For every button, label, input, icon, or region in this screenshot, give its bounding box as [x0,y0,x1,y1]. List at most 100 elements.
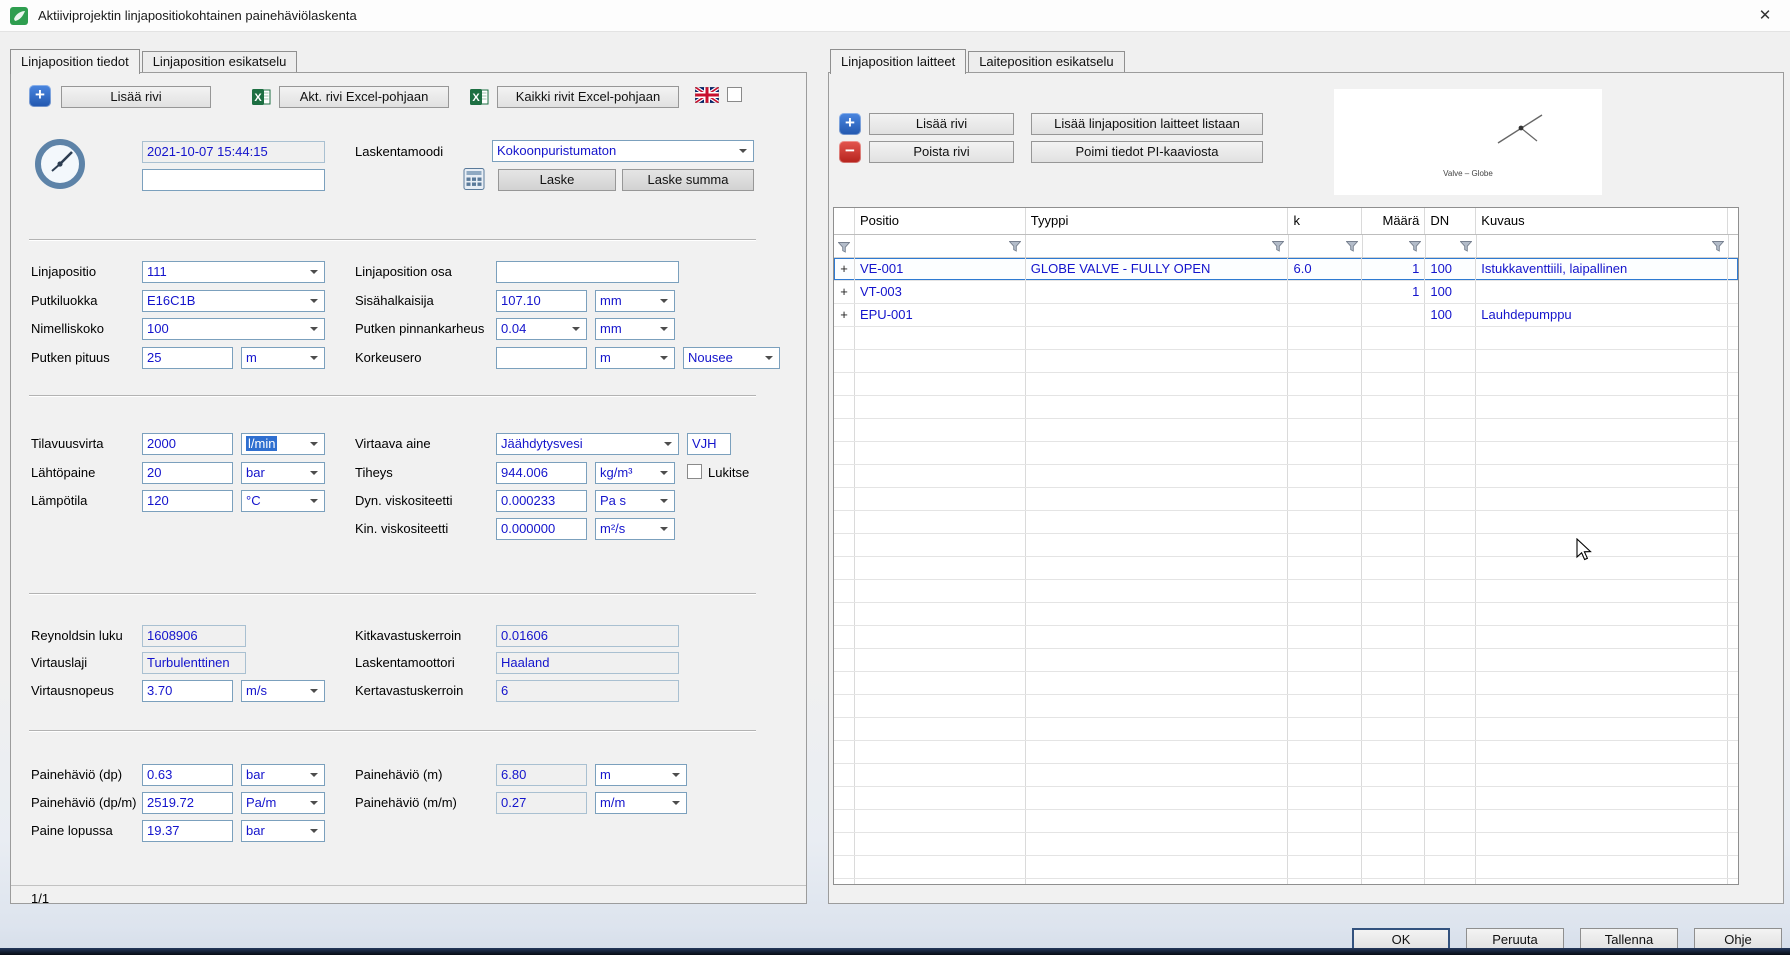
pinnankarheus-combo[interactable]: 0.04 [496,318,587,340]
linjaposition-osa-field[interactable] [496,261,679,283]
add-devices-to-list-button[interactable]: Lisää linjaposition laitteet listaan [1031,113,1263,135]
table-row-empty[interactable] [834,373,1738,396]
virtausnopeus-unit-combo[interactable]: m/s [241,680,325,702]
painehavio-dp-field[interactable]: 0.63 [142,764,233,786]
table-row-empty[interactable] [834,718,1738,741]
putkiluokka-combo[interactable]: E16C1B [142,290,325,312]
table-row-empty[interactable] [834,534,1738,557]
tiheys-unit-combo[interactable]: kg/m³ [595,462,675,484]
active-row-to-excel-button[interactable]: Akt. rivi Excel-pohjaan [279,86,449,108]
column-header-k[interactable]: k [1288,208,1362,234]
add-row-icon[interactable]: + [29,85,51,107]
virtaava-aine-combo[interactable]: Jäähdytysvesi [496,433,679,455]
tilavuusvirta-unit-combo[interactable]: l/min [241,433,325,455]
tab-linjaposition-esikatselu[interactable]: Linjaposition esikatselu [142,51,298,72]
separator [29,730,756,732]
nimelliskoko-combo[interactable]: 100 [142,318,325,340]
table-row-empty[interactable] [834,465,1738,488]
dyn-viskositeetti-unit-combo[interactable]: Pa s [595,490,675,512]
sisahalkaisija-unit-combo[interactable]: mm [595,290,675,312]
korkeusero-direction-combo[interactable]: Nousee [683,347,780,369]
tiheys-field[interactable]: 944.006 [496,462,587,484]
kin-viskositeetti-unit-combo[interactable]: m²/s [595,518,675,540]
calculator-icon[interactable] [463,168,485,190]
remove-device-row-button[interactable]: Poista rivi [869,141,1014,163]
painehavio-dpm-unit-combo[interactable]: Pa/m [241,792,325,814]
timestamp-field-2[interactable] [142,169,325,191]
language-checkbox[interactable] [727,87,742,102]
kin-viskositeetti-field[interactable]: 0.000000 [496,518,587,540]
laske-summa-button[interactable]: Laske summa [622,169,754,191]
paine-lopussa-unit-combo[interactable]: bar [241,820,325,842]
lahtopaine-unit-combo[interactable]: bar [241,462,325,484]
column-header-dn[interactable]: DN [1425,208,1476,234]
table-row-empty[interactable] [834,511,1738,534]
table-row-empty[interactable] [834,649,1738,672]
tab-linjaposition-tiedot[interactable]: Linjaposition tiedot [10,49,140,74]
tab-linjaposition-laitteet[interactable]: Linjaposition laitteet [830,49,966,74]
column-header-maara[interactable]: Määrä [1362,208,1425,234]
tab-laiteposition-esikatselu[interactable]: Laiteposition esikatselu [968,51,1124,72]
remove-device-row-icon[interactable]: − [839,141,861,163]
pick-from-pi-diagram-button[interactable]: Poimi tiedot PI-kaaviosta [1031,141,1263,163]
table-row-empty[interactable] [834,557,1738,580]
table-row-empty[interactable] [834,626,1738,649]
table-row-empty[interactable] [834,488,1738,511]
pinnankarheus-unit-combo[interactable]: mm [595,318,675,340]
table-row-empty[interactable] [834,419,1738,442]
all-rows-to-excel-button[interactable]: Kaikki rivit Excel-pohjaan [497,86,679,108]
table-row-empty[interactable] [834,672,1738,695]
korkeusero-field[interactable] [496,347,587,369]
painehavio-dpm-field[interactable]: 2519.72 [142,792,233,814]
column-header-positio[interactable]: Positio [855,208,1026,234]
paine-lopussa-field[interactable]: 19.37 [142,820,233,842]
painehavio-m-unit-combo[interactable]: m [595,764,687,786]
expand-toggle[interactable]: + [834,281,855,303]
table-row-empty[interactable] [834,603,1738,626]
table-row-empty[interactable] [834,580,1738,603]
add-device-row-icon[interactable]: + [839,113,861,135]
painehavio-dp-label: Painehäviö (dp) [31,767,122,782]
laske-button[interactable]: Laske [498,169,616,191]
laskentamoodi-combo[interactable]: Kokoonpuristumaton [492,140,754,162]
table-row-empty[interactable] [834,396,1738,419]
table-row[interactable]: + VT-003 1 100 [834,281,1738,304]
linjapositio-combo[interactable]: 111 [142,261,325,283]
column-header-kuvaus[interactable]: Kuvaus [1476,208,1728,234]
table-row-empty[interactable] [834,833,1738,856]
lampotila-unit-combo[interactable]: °C [241,490,325,512]
table-row-empty[interactable] [834,350,1738,373]
uk-flag-icon[interactable] [695,87,719,103]
add-device-row-button[interactable]: Lisää rivi [869,113,1014,135]
table-row-empty[interactable] [834,741,1738,764]
lampotila-field[interactable]: 120 [142,490,233,512]
table-row-empty[interactable] [834,856,1738,879]
lahtopaine-field[interactable]: 20 [142,462,233,484]
table-row-empty[interactable] [834,787,1738,810]
add-row-button[interactable]: Lisää rivi [61,86,211,108]
table-row-empty[interactable] [834,879,1738,885]
virtausnopeus-field[interactable]: 3.70 [142,680,233,702]
putken-pituus-unit-combo[interactable]: m [241,347,325,369]
table-row[interactable]: + EPU-001 100 Lauhdepumppu [834,304,1738,327]
lukitse-checkbox[interactable] [687,464,702,479]
table-row-empty[interactable] [834,764,1738,787]
table-row[interactable]: + VE-001 GLOBE VALVE - FULLY OPEN 6.0 1 … [834,258,1738,281]
close-icon[interactable]: ✕ [1748,4,1782,28]
column-header-expand[interactable] [834,208,855,234]
table-row-empty[interactable] [834,695,1738,718]
sisahalkaisija-field[interactable]: 107.10 [496,290,587,312]
expand-toggle[interactable]: + [834,304,855,326]
filter-icon [1460,241,1472,252]
putken-pituus-field[interactable]: 25 [142,347,233,369]
korkeusero-unit-combo[interactable]: m [595,347,675,369]
column-header-tyyppi[interactable]: Tyyppi [1026,208,1289,234]
table-row-empty[interactable] [834,810,1738,833]
dyn-viskositeetti-field[interactable]: 0.000233 [496,490,587,512]
table-row-empty[interactable] [834,327,1738,350]
table-row-empty[interactable] [834,442,1738,465]
expand-toggle[interactable]: + [834,258,855,280]
painehavio-dp-unit-combo[interactable]: bar [241,764,325,786]
tilavuusvirta-field[interactable]: 2000 [142,433,233,455]
painehavio-mm-unit-combo[interactable]: m/m [595,792,687,814]
